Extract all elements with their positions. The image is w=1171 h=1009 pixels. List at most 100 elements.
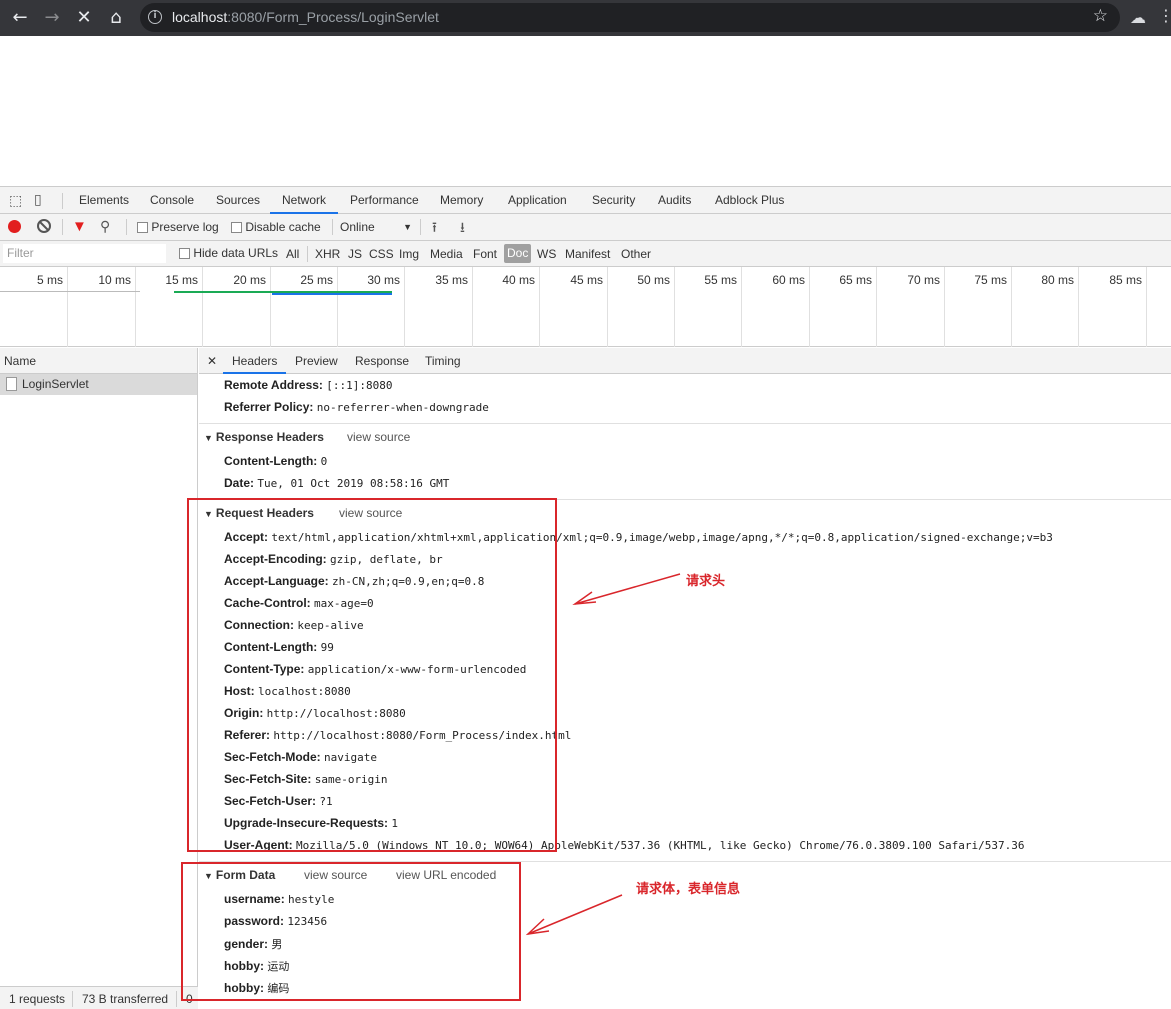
filter-type-font[interactable]: Font bbox=[473, 247, 497, 261]
form-data-section-title[interactable]: ▼ Form Data bbox=[204, 868, 275, 882]
header-key: gender: bbox=[224, 937, 269, 951]
clear-icon[interactable] bbox=[37, 219, 51, 233]
filter-type-manifest[interactable]: Manifest bbox=[565, 247, 610, 261]
filter-type-js[interactable]: JS bbox=[348, 247, 362, 261]
tab-timing[interactable]: Timing bbox=[425, 348, 461, 374]
filter-funnel-icon[interactable]: ▼ bbox=[72, 218, 87, 235]
url-text[interactable]: localhost:8080/Form_Process/LoginServlet bbox=[172, 9, 439, 25]
search-icon[interactable]: ⚲ bbox=[100, 218, 110, 235]
tab-console[interactable]: Console bbox=[150, 187, 194, 214]
form-view-source-link[interactable]: view source bbox=[304, 868, 367, 882]
view-url-encoded-link[interactable]: view URL encoded bbox=[396, 868, 496, 882]
filter-type-ws[interactable]: WS bbox=[537, 247, 556, 261]
export-har-icon[interactable]: ⭳ bbox=[460, 217, 465, 241]
site-info-icon[interactable]: i bbox=[148, 10, 162, 24]
header-value: http://localhost:8080/Form_Process/index… bbox=[273, 729, 572, 742]
expand-triangle-icon: ▼ bbox=[204, 871, 213, 881]
tab-performance[interactable]: Performance bbox=[350, 187, 419, 214]
header-row: password: 123456 bbox=[224, 914, 327, 928]
home-icon[interactable]: ⌂ bbox=[104, 6, 128, 30]
expand-triangle-icon: ▼ bbox=[204, 509, 213, 519]
tab-response[interactable]: Response bbox=[355, 348, 409, 374]
request-count: 1 requests bbox=[9, 992, 66, 1006]
address-bar[interactable]: i localhost:8080/Form_Process/LoginServl… bbox=[140, 3, 1120, 32]
header-key: Host: bbox=[224, 684, 255, 698]
tab-application[interactable]: Application bbox=[508, 187, 567, 214]
tab-preview[interactable]: Preview bbox=[295, 348, 338, 374]
timeline-tick-label: 15 ms bbox=[165, 273, 198, 287]
timeline-gridline bbox=[337, 267, 338, 347]
timeline-gridline bbox=[741, 267, 742, 347]
filter-type-xhr[interactable]: XHR bbox=[315, 247, 340, 261]
forward-arrow-icon[interactable]: → bbox=[40, 6, 64, 30]
filter-input[interactable]: Filter bbox=[3, 244, 166, 263]
header-key: Referer: bbox=[224, 728, 271, 742]
filter-type-all[interactable]: All bbox=[286, 247, 299, 261]
tab-elements[interactable]: Elements bbox=[79, 187, 129, 214]
header-value: 1 bbox=[391, 817, 399, 830]
timeline-tick-label: 35 ms bbox=[435, 273, 468, 287]
throttle-select[interactable]: Online ▼ bbox=[340, 220, 412, 234]
name-column-header[interactable]: Name bbox=[0, 348, 197, 374]
status-extra: 0 bbox=[186, 992, 193, 1006]
filter-type-doc[interactable]: Doc bbox=[504, 244, 532, 263]
header-row: Origin: http://localhost:8080 bbox=[224, 706, 406, 720]
network-timeline-overview[interactable]: 5 ms 10 ms 15 ms 20 ms 25 ms 30 ms 35 ms 40 ms 4… bbox=[0, 267, 1171, 347]
header-key: Content-Length: bbox=[224, 640, 318, 654]
close-detail-icon[interactable]: ✕ bbox=[207, 348, 217, 374]
stop-loading-icon[interactable]: ✕ bbox=[72, 6, 96, 30]
request-view-source-link[interactable]: view source bbox=[339, 506, 402, 520]
request-row-loginservlet[interactable]: LoginServlet bbox=[0, 374, 197, 395]
timeline-gridline bbox=[135, 267, 136, 347]
response-headers-section-title[interactable]: ▼ Response Headers bbox=[204, 430, 324, 444]
timeline-gridline bbox=[472, 267, 473, 347]
import-har-icon[interactable]: ⭱ bbox=[432, 217, 437, 241]
timeline-gridline bbox=[674, 267, 675, 347]
filter-type-media[interactable]: Media bbox=[430, 247, 463, 261]
filter-type-css[interactable]: CSS bbox=[369, 247, 394, 261]
header-row: Referrer Policy: no-referrer-when-downgr… bbox=[224, 400, 489, 414]
tab-adblock-plus[interactable]: Adblock Plus bbox=[715, 187, 784, 214]
disable-cache-checkbox[interactable]: Disable cache bbox=[231, 220, 321, 234]
filter-type-img[interactable]: Img bbox=[399, 247, 419, 261]
preserve-log-checkbox[interactable]: Preserve log bbox=[137, 220, 219, 234]
record-icon[interactable] bbox=[8, 220, 21, 233]
header-key: Accept-Encoding: bbox=[224, 552, 327, 566]
header-value: 男 bbox=[271, 938, 283, 951]
network-toolbar: ▼ ⚲ Preserve log Disable cache Online ▼ ⭱… bbox=[0, 214, 1171, 241]
header-key: Sec-Fetch-Mode: bbox=[224, 750, 321, 764]
header-value: ?1 bbox=[319, 795, 333, 808]
device-toolbar-icon[interactable]: ▯ bbox=[34, 192, 42, 208]
hide-data-urls-checkbox[interactable]: Hide data URLs bbox=[179, 246, 278, 260]
header-row: username: hestyle bbox=[224, 892, 334, 906]
extension-icon[interactable]: ☁ bbox=[1130, 8, 1150, 28]
timeline-gridline bbox=[944, 267, 945, 347]
tab-audits[interactable]: Audits bbox=[658, 187, 691, 214]
tab-memory[interactable]: Memory bbox=[440, 187, 483, 214]
tab-sources[interactable]: Sources bbox=[216, 187, 260, 214]
header-key: Upgrade-Insecure-Requests: bbox=[224, 816, 389, 830]
header-row: hobby: 编码 bbox=[224, 980, 289, 996]
bookmark-star-icon[interactable]: ☆ bbox=[1093, 6, 1108, 26]
timeline-gridline bbox=[202, 267, 203, 347]
timeline-tick-label: 5 ms bbox=[36, 273, 63, 287]
menu-dots-icon[interactable]: ⋮ bbox=[1158, 6, 1171, 25]
header-value: hestyle bbox=[288, 893, 335, 906]
filter-type-other[interactable]: Other bbox=[621, 247, 651, 261]
header-key: hobby: bbox=[224, 981, 264, 995]
header-key: hobby: bbox=[224, 959, 264, 973]
request-headers-section-title[interactable]: ▼ Request Headers bbox=[204, 506, 314, 520]
response-view-source-link[interactable]: view source bbox=[347, 430, 410, 444]
timeline-tick-label: 25 ms bbox=[300, 273, 333, 287]
tab-security[interactable]: Security bbox=[592, 187, 635, 214]
header-row: Referer: http://localhost:8080/Form_Proc… bbox=[224, 728, 571, 742]
inspect-element-icon[interactable]: ⬚ bbox=[9, 193, 22, 209]
header-row: Accept: text/html,application/xhtml+xml,… bbox=[224, 530, 1053, 544]
header-row: Content-Type: application/x-www-form-url… bbox=[224, 662, 526, 676]
timeline-tick-label: 80 ms bbox=[1041, 273, 1074, 287]
header-key: username: bbox=[224, 892, 285, 906]
back-arrow-icon[interactable]: ← bbox=[8, 6, 32, 30]
tab-network[interactable]: Network bbox=[270, 187, 339, 214]
header-row: Accept-Encoding: gzip, deflate, br bbox=[224, 552, 443, 566]
tab-headers[interactable]: Headers bbox=[223, 348, 287, 374]
